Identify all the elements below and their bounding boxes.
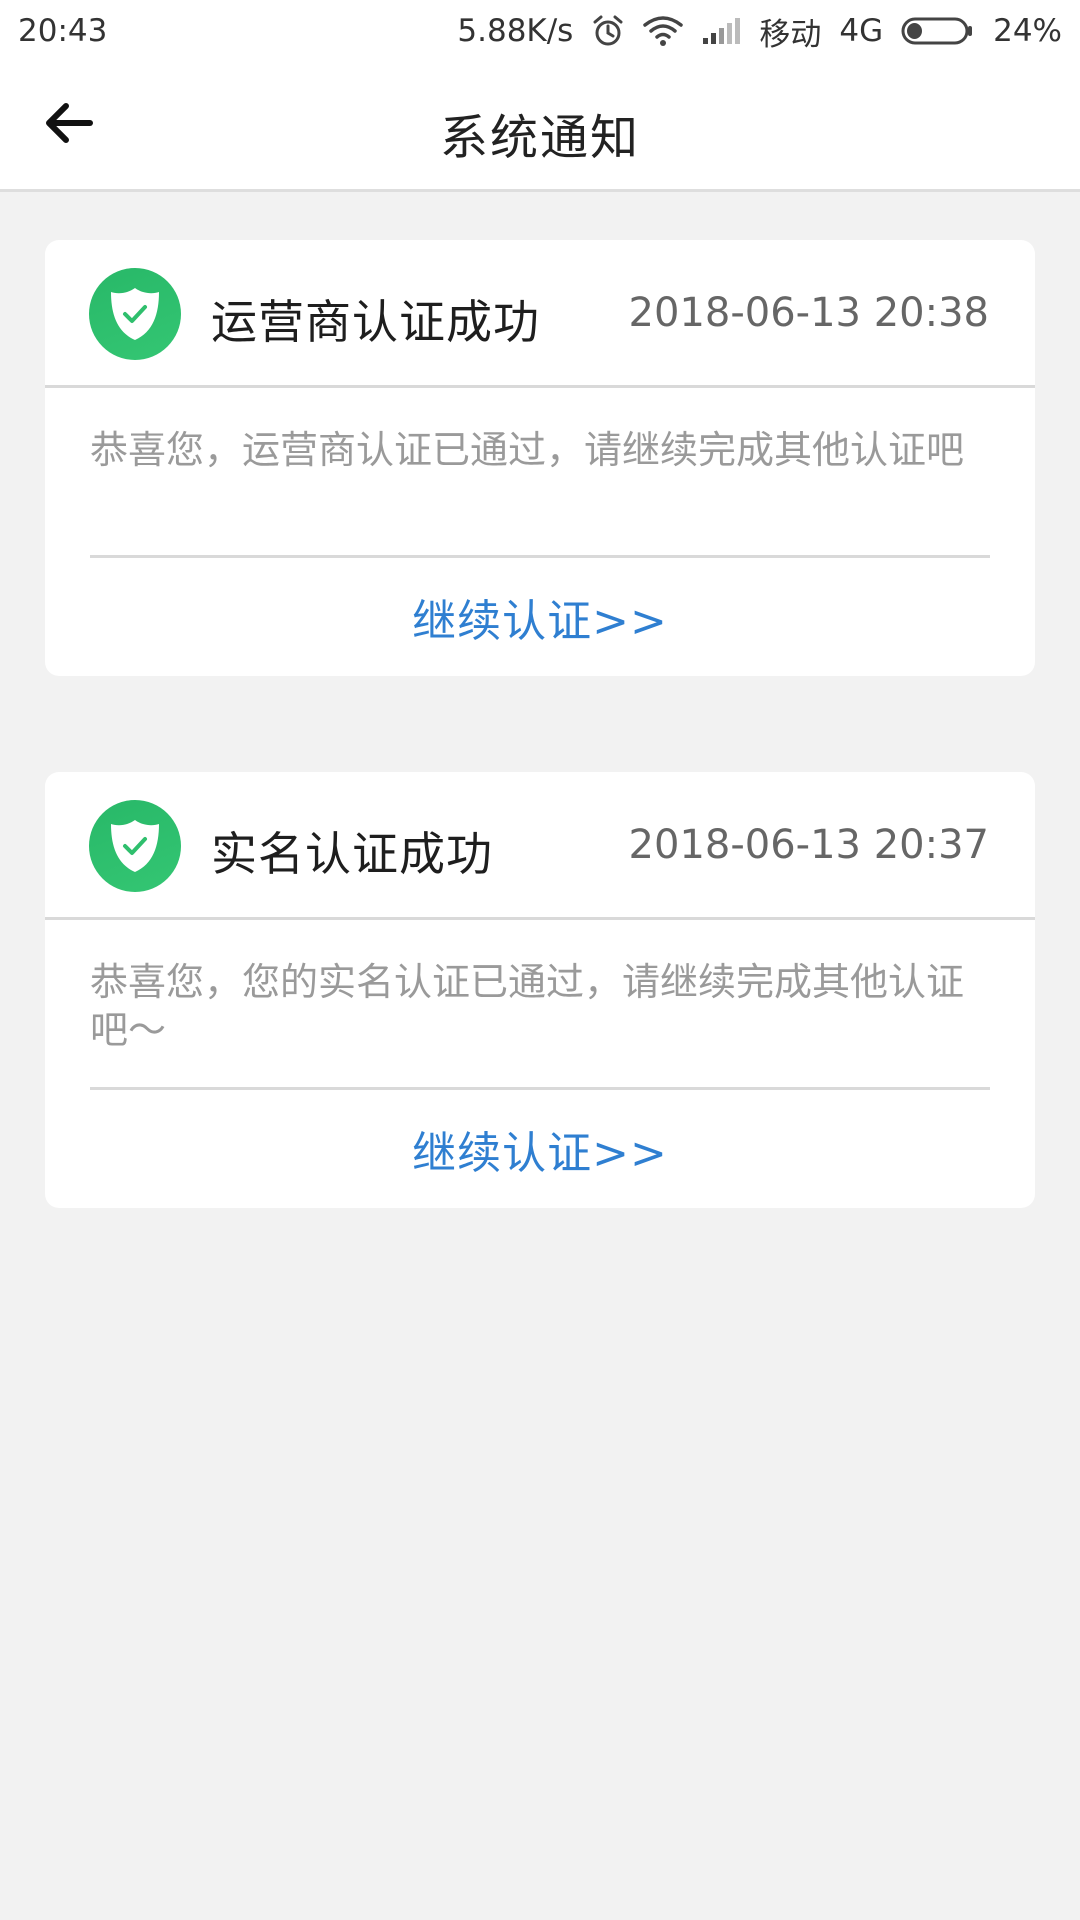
page-title: 系统通知 — [439, 110, 640, 166]
notification-card: 实名认证成功 2018-06-13 20:37 恭喜您，您的实名认证已通过，请继… — [45, 772, 1035, 1208]
continue-verify-link[interactable]: 继续认证>> — [45, 558, 1035, 676]
net-speed: 5.88K/s — [457, 13, 574, 49]
status-indicators: 5.88K/s 移动 4G 24% — [457, 9, 1062, 54]
notification-header: 运营商认证成功 2018-06-13 20:38 — [45, 240, 1035, 388]
notification-card: 运营商认证成功 2018-06-13 20:38 恭喜您，运营商认证已通过，请继… — [45, 240, 1035, 676]
battery-icon — [901, 16, 975, 46]
notification-title: 实名认证成功 — [211, 827, 493, 881]
app-bar: 系统通知 — [0, 62, 1080, 192]
signal-icon — [701, 16, 741, 46]
notification-header: 实名认证成功 2018-06-13 20:37 — [45, 772, 1035, 920]
notification-time: 2018-06-13 20:38 — [628, 290, 989, 336]
carrier-label: 移动 — [759, 16, 822, 53]
status-bar: 20:43 5.88K/s 移动 4G 24% — [0, 0, 1080, 62]
shield-check-icon — [89, 800, 181, 892]
status-time: 20:43 — [18, 13, 108, 49]
battery-percent: 24% — [993, 13, 1062, 49]
continue-verify-link[interactable]: 继续认证>> — [45, 1090, 1035, 1208]
network-type: 4G — [839, 13, 884, 49]
notification-message: 恭喜您，您的实名认证已通过，请继续完成其他认证吧～ — [90, 920, 990, 1090]
notification-time: 2018-06-13 20:37 — [628, 822, 989, 868]
wifi-icon — [643, 15, 684, 47]
shield-check-icon — [89, 268, 181, 360]
alarm-icon — [591, 14, 625, 48]
notification-message: 恭喜您，运营商认证已通过，请继续完成其他认证吧 — [90, 388, 990, 558]
notification-title: 运营商认证成功 — [211, 295, 540, 349]
